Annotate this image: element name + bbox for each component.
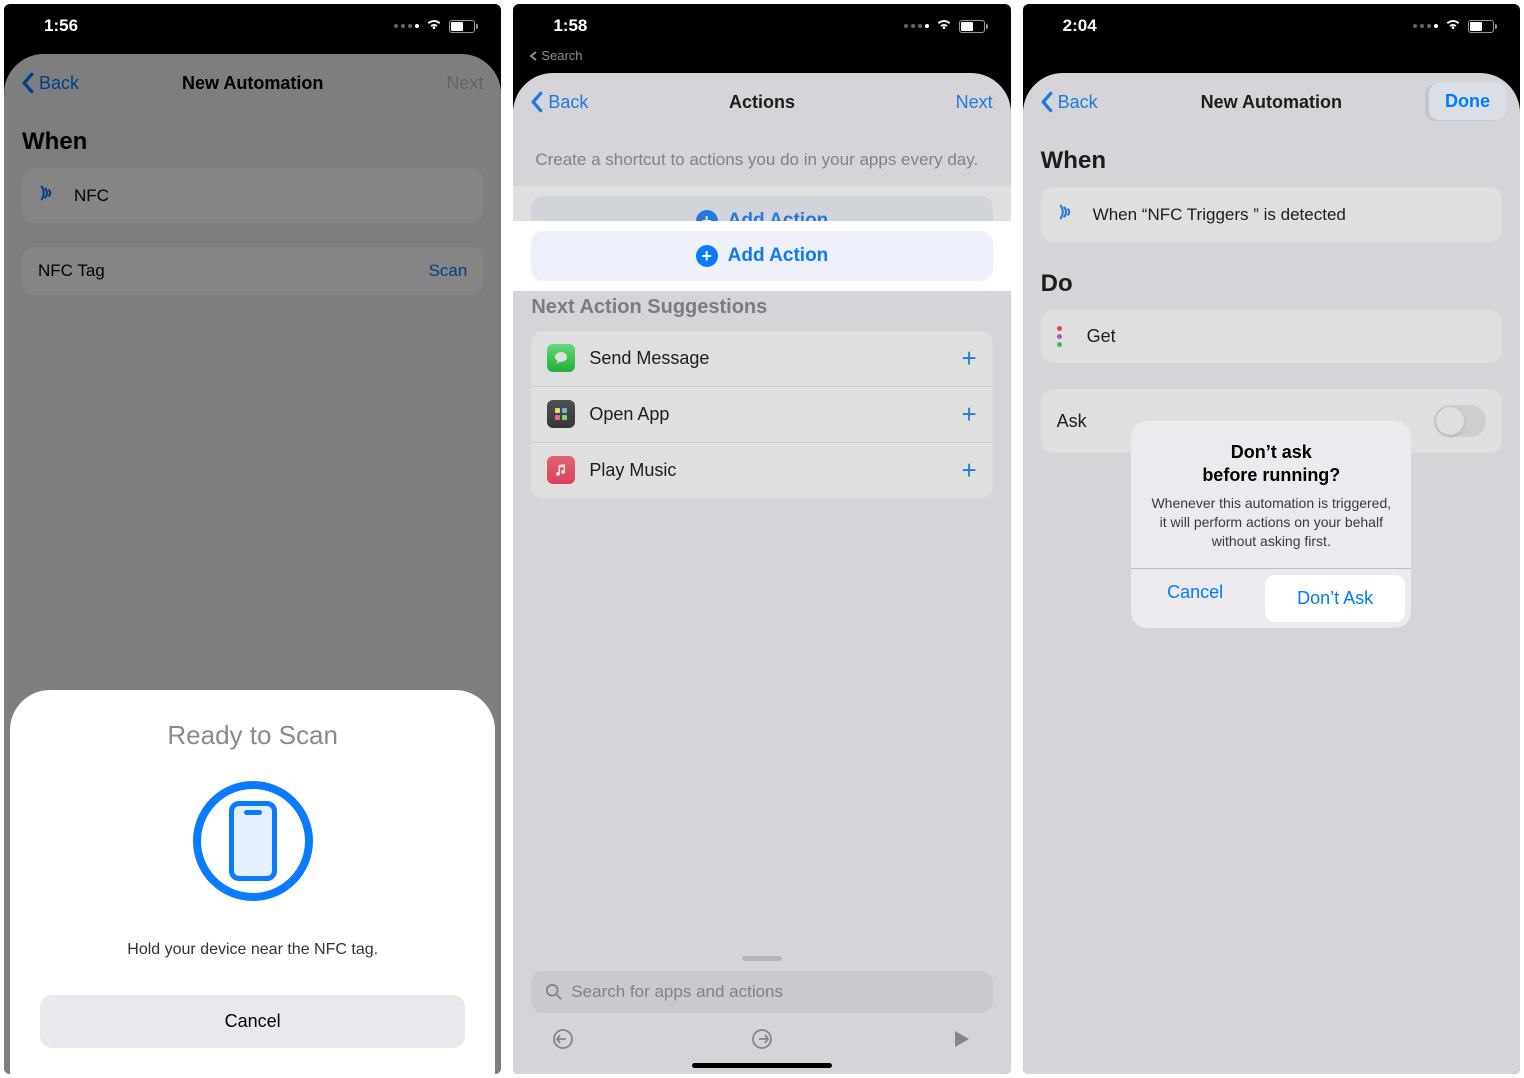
alert-cancel-button[interactable]: Cancel: [1131, 569, 1259, 628]
back-button[interactable]: Back: [1041, 91, 1098, 113]
search-input[interactable]: Search for apps and actions: [531, 971, 992, 1013]
phone-2-actions: 1:58 Search Back Actions Next Create a s…: [513, 4, 1010, 1074]
play-icon[interactable]: [949, 1027, 973, 1056]
wifi-icon: [935, 16, 953, 36]
battery-icon: [1468, 20, 1494, 33]
back-label: Back: [548, 92, 588, 113]
suggestion-row[interactable]: Play Music +: [531, 443, 992, 498]
music-app-icon: [547, 456, 575, 484]
back-button[interactable]: Back: [22, 72, 79, 94]
back-label: Back: [39, 73, 79, 94]
scan-link[interactable]: Scan: [429, 261, 468, 281]
add-suggestion-icon[interactable]: +: [961, 343, 976, 374]
status-time: 1:58: [553, 16, 587, 36]
intro-hint: Create a shortcut to actions you do in y…: [531, 131, 992, 186]
add-suggestion-icon[interactable]: +: [961, 455, 976, 486]
when-summary-text: When “NFC Triggers ” is detected: [1093, 205, 1346, 225]
redo-icon[interactable]: [750, 1027, 774, 1056]
nfc-trigger-cell[interactable]: NFC: [22, 168, 483, 223]
battery-icon: [959, 20, 985, 33]
sheet-grabber[interactable]: [742, 956, 782, 961]
messages-app-icon: [547, 344, 575, 372]
screen-content: Back Actions Next Create a shortcut to a…: [513, 73, 1010, 1074]
cellular-icon: [1413, 24, 1438, 28]
suggestion-row[interactable]: Send Message +: [531, 331, 992, 387]
done-button[interactable]: Done: [1429, 83, 1506, 120]
bottom-panel: Search for apps and actions: [513, 944, 1010, 1074]
cellular-icon: [904, 24, 929, 28]
nfc-tag-label: NFC Tag: [38, 261, 105, 281]
suggestion-row[interactable]: Open App +: [531, 387, 992, 443]
search-icon: [545, 983, 563, 1001]
add-action-button[interactable]: + Add Action: [531, 231, 992, 281]
nfc-icon: [38, 182, 60, 209]
alert-message: Whenever this automation is triggered, i…: [1149, 494, 1393, 551]
status-indicators: [394, 16, 475, 36]
alert-dont-ask-button[interactable]: Don’t Ask: [1265, 575, 1405, 622]
ask-toggle[interactable]: [1434, 405, 1486, 437]
scan-cancel-button[interactable]: Cancel: [40, 995, 465, 1048]
confirm-alert: Don’t ask before running? Whenever this …: [1131, 421, 1411, 628]
nfc-icon: [1057, 201, 1079, 228]
phone-3-confirm: 2:04 Search Back New Automation Done Whe…: [1023, 4, 1520, 1074]
battery-icon: [449, 20, 475, 33]
scan-sheet: Ready to Scan Hold your device near the …: [10, 690, 495, 1074]
scan-hint: Hold your device near the NFC tag.: [40, 941, 465, 959]
wifi-icon: [1444, 16, 1462, 36]
suggestion-label: Play Music: [589, 460, 676, 481]
status-time: 1:56: [44, 16, 78, 36]
next-button[interactable]: Next: [446, 73, 483, 94]
status-indicators: [1413, 16, 1494, 36]
scan-nfc-icon: [193, 781, 313, 901]
wifi-icon: [425, 16, 443, 36]
back-label: Back: [1058, 92, 1098, 113]
plus-circle-icon: +: [696, 245, 718, 267]
add-suggestion-icon[interactable]: +: [961, 399, 976, 430]
done-button-highlight: Done: [1429, 83, 1506, 120]
nfc-tag-cell[interactable]: NFC Tag Scan: [22, 247, 483, 295]
shortcut-color-icon: [1057, 326, 1073, 347]
do-action-cell[interactable]: Get: [1041, 310, 1502, 363]
suggestion-label: Open App: [589, 404, 669, 425]
screen-content: Back New Automation Next When NFC NFC Ta…: [4, 54, 501, 1074]
when-heading: When: [22, 128, 483, 156]
ask-label: Ask: [1057, 411, 1087, 432]
back-button[interactable]: Back: [531, 91, 588, 113]
home-indicator[interactable]: [692, 1063, 832, 1068]
cellular-icon: [394, 24, 419, 28]
add-action-label: Add Action: [728, 245, 829, 267]
nfc-label: NFC: [74, 186, 109, 206]
scan-title: Ready to Scan: [40, 720, 465, 751]
status-time: 2:04: [1063, 16, 1097, 36]
bottom-toolbar: [531, 1013, 992, 1056]
next-button[interactable]: Next: [956, 92, 993, 113]
phone-outline-icon: [229, 801, 277, 881]
nav-bar: Back New Automation Next: [4, 54, 501, 112]
when-heading: When: [1041, 147, 1502, 175]
suggestion-label: Send Message: [589, 348, 709, 369]
phone-1-new-automation: 1:56 Back New Automation Next When NFC N…: [4, 4, 501, 1074]
breadcrumb-back-search[interactable]: Search: [513, 48, 1010, 67]
screen-content: Back New Automation Done When When “NFC …: [1023, 73, 1520, 1074]
suggestions-list: Send Message + Open App + Play Music +: [531, 331, 992, 498]
undo-icon[interactable]: [551, 1027, 575, 1056]
suggestions-heading: Next Action Suggestions: [531, 296, 992, 319]
status-bar: 1:56: [4, 4, 501, 48]
when-summary-cell[interactable]: When “NFC Triggers ” is detected: [1041, 187, 1502, 242]
status-indicators: [904, 16, 985, 36]
search-placeholder: Search for apps and actions: [571, 982, 783, 1002]
do-heading: Do: [1041, 270, 1502, 298]
status-bar: 2:04: [1023, 4, 1520, 48]
add-action-highlight: + Add Action: [513, 221, 1010, 291]
open-app-icon: [547, 400, 575, 428]
alert-title: Don’t ask before running?: [1149, 441, 1393, 488]
do-action-label: Get: [1087, 326, 1116, 347]
nav-bar: Back Actions Next: [513, 73, 1010, 131]
status-bar: 1:58: [513, 4, 1010, 48]
breadcrumb-label: Search: [541, 48, 582, 63]
